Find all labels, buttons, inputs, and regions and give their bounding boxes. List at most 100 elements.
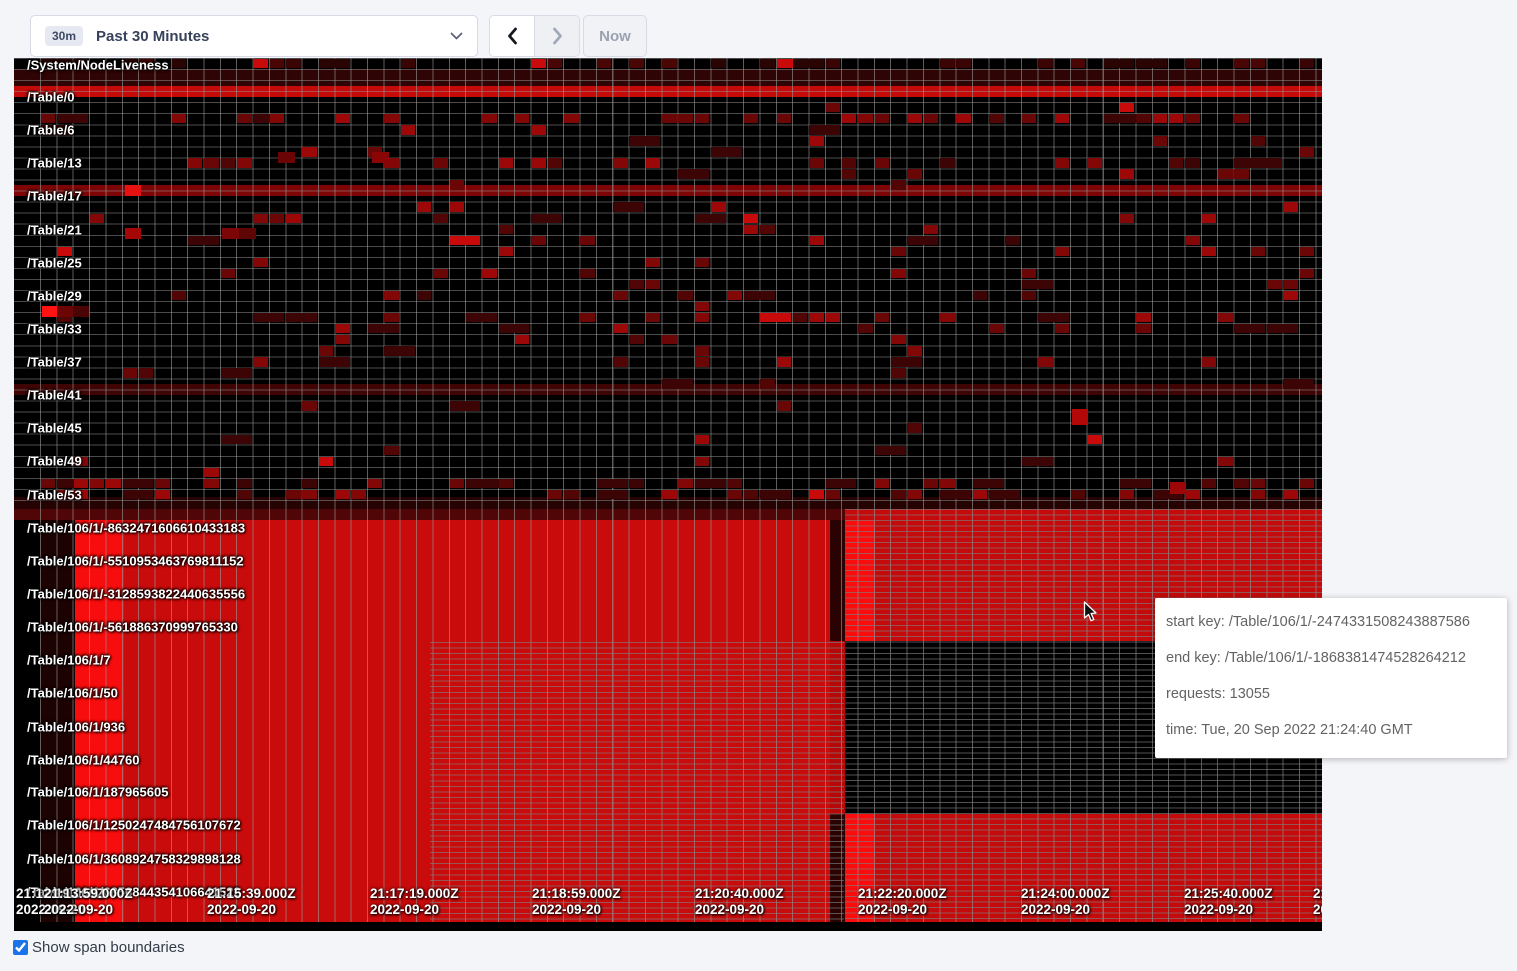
heat-cell <box>155 490 170 499</box>
heat-cell <box>221 435 252 444</box>
heat-cell <box>1120 490 1135 499</box>
heat-cell <box>924 479 939 488</box>
heat-cell <box>221 368 252 377</box>
row-label: /Table/53 <box>27 488 82 503</box>
heat-cell <box>597 490 628 499</box>
previous-interval-button[interactable] <box>490 16 535 56</box>
tooltip-start-key: start key: /Table/106/1/-247433150824388… <box>1166 611 1496 633</box>
heat-cell <box>335 335 350 344</box>
heat-cell <box>891 368 906 377</box>
heat-cell <box>907 169 922 178</box>
heat-cell <box>286 214 301 223</box>
heat-cell <box>531 125 546 134</box>
heat-cell <box>924 225 939 234</box>
row-label: /Table/25 <box>27 256 82 271</box>
heat-cell <box>695 479 726 488</box>
row-label: /Table/37 <box>27 355 82 370</box>
heat-cell <box>1234 59 1249 68</box>
heat-cell <box>678 291 693 300</box>
heat-cell <box>809 236 824 245</box>
heat-cell <box>1136 59 1167 68</box>
row-label: /Table/6 <box>27 123 74 138</box>
heat-cell <box>1038 357 1053 366</box>
heat-cell <box>940 490 971 499</box>
heat-cell <box>1202 357 1217 366</box>
heat-cell <box>662 490 677 499</box>
heat-cell <box>646 313 661 322</box>
heat-cell <box>1300 479 1315 488</box>
heat-cell <box>368 324 399 333</box>
heat-cell <box>678 479 693 488</box>
heat-cell <box>1300 147 1315 156</box>
heat-cell <box>744 114 759 123</box>
heat-cell <box>172 291 187 300</box>
heat-cell <box>1022 291 1037 300</box>
time-range-select[interactable]: 30m Past 30 Minutes <box>30 15 478 57</box>
heat-cell <box>875 114 890 123</box>
show-span-boundaries-label: Show span boundaries <box>32 939 185 956</box>
heat-cell <box>482 269 497 278</box>
heat-cell <box>1055 114 1070 123</box>
heat-cell <box>728 490 743 499</box>
heat-cell <box>1283 291 1298 300</box>
time-tick-label: 21:18:59.000Z2022-09-20 <box>532 886 621 918</box>
heat-cell <box>956 114 971 123</box>
heat-cell <box>907 236 938 245</box>
heat-cell <box>335 114 350 123</box>
heat-cell <box>1300 59 1315 68</box>
row-label: /Table/106/1/1250247484756107672 <box>27 818 241 833</box>
grid-fine-horizontal-lines <box>430 642 844 922</box>
row-label: /Table/106/1/3608924758329898128 <box>27 852 241 867</box>
chevron-right-icon <box>551 27 564 45</box>
heat-cell <box>1153 136 1168 145</box>
heat-cell <box>760 59 775 68</box>
heat-cell <box>302 479 317 488</box>
heat-cell <box>253 59 268 68</box>
now-button[interactable]: Now <box>583 15 647 57</box>
key-visualizer-heatmap[interactable]: /System/NodeLiveness/Table/0/Table/6/Tab… <box>14 58 1322 931</box>
heat-cell <box>875 158 890 167</box>
heat-cell <box>940 479 955 488</box>
heat-cell <box>450 202 465 211</box>
heat-cell <box>90 479 105 488</box>
heat-cell <box>1087 158 1102 167</box>
mouse-cursor-icon <box>1083 601 1098 628</box>
row-label: /Table/106/1/44760 <box>27 753 140 768</box>
heat-cell <box>777 114 792 123</box>
heat-cell <box>466 313 497 322</box>
heat-cell <box>123 368 138 377</box>
heat-cell <box>1251 247 1266 256</box>
heat-cell <box>1218 313 1233 322</box>
heat-cell <box>237 114 252 123</box>
heat-cell <box>613 324 628 333</box>
heat-cell <box>221 158 236 167</box>
heat-cell <box>302 147 317 156</box>
heat-cell <box>973 490 988 499</box>
row-label: /Table/106/1/187965605 <box>27 785 168 800</box>
heat-cell <box>842 114 857 123</box>
row-label: /Table/17 <box>27 189 82 204</box>
heat-cell <box>760 490 791 499</box>
heat-cell <box>646 158 661 167</box>
heat-cell <box>613 291 628 300</box>
key-visualizer-page: { "toolbar": { "range_badge": "30m", "ra… <box>0 0 1517 971</box>
next-interval-button[interactable] <box>535 16 579 56</box>
heat-cell <box>989 490 1020 499</box>
heat-cell <box>450 479 465 488</box>
heat-cell <box>613 202 644 211</box>
heat-cell <box>826 103 841 112</box>
heat-cell <box>548 59 563 68</box>
heat-cell <box>1234 114 1249 123</box>
heat-cell <box>629 280 644 289</box>
row-label: /Table/106/1/7 <box>27 653 111 668</box>
heat-cell <box>384 114 399 123</box>
heat-cell <box>940 59 955 68</box>
heat-cell <box>1022 269 1037 278</box>
heat-cell <box>695 258 710 267</box>
show-span-boundaries-checkbox[interactable] <box>13 940 28 955</box>
heat-cell <box>499 158 514 167</box>
heat-cell <box>1136 114 1151 123</box>
heat-cell <box>875 313 890 322</box>
heat-cell <box>1055 158 1070 167</box>
heat-cell <box>1185 114 1200 123</box>
